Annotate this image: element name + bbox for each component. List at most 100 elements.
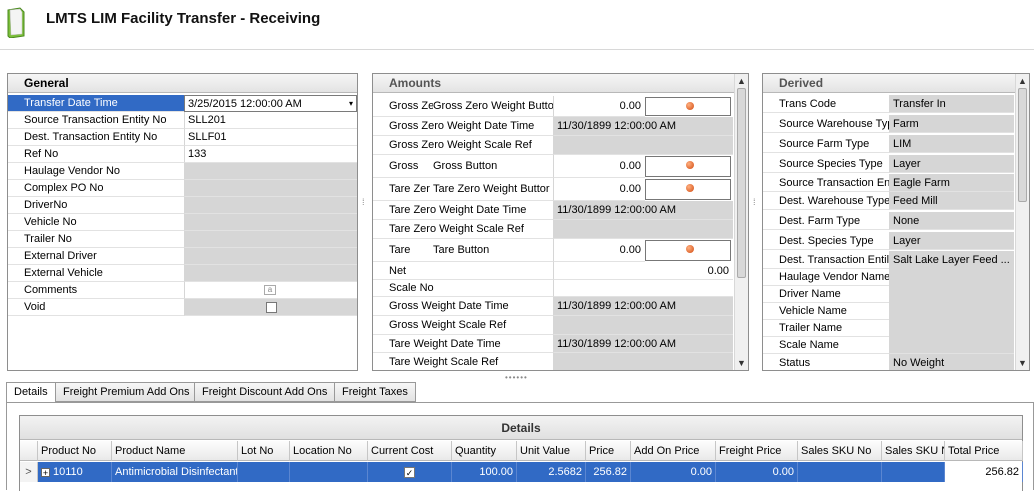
field-value-tare-weight-scale-ref[interactable]: [553, 353, 733, 370]
field-value-gross-weight-scale-ref[interactable]: [553, 316, 733, 335]
expand-row-icon[interactable]: +: [41, 467, 50, 477]
chevron-down-icon[interactable]: ▾: [349, 95, 353, 112]
tab-details[interactable]: Details: [6, 382, 56, 403]
field-value-source-transaction-entity-no[interactable]: SLL201: [184, 112, 357, 129]
grid-cell-sales-sku-no[interactable]: [798, 462, 882, 482]
field-label: Source Warehouse Typ: [763, 115, 889, 133]
grid-cell-sales-sku-n[interactable]: [882, 462, 945, 482]
field-value-tare-button[interactable]: 0.00: [553, 239, 645, 262]
field-value-vehicle-name: [889, 302, 1014, 320]
tab-freight-premium-add-ons[interactable]: Freight Premium Add Ons: [55, 382, 198, 402]
field-value-gross-zero-weight-scale-ref[interactable]: [553, 136, 733, 155]
grid-cell-product-no[interactable]: +10110: [38, 462, 112, 482]
column-header-add-on-price[interactable]: Add On Price: [631, 441, 716, 461]
column-header-freight-price[interactable]: Freight Price: [716, 441, 798, 461]
weigh-button[interactable]: [645, 97, 731, 116]
scroll-down-icon[interactable]: ▼: [737, 358, 746, 368]
field-value-external-vehicle[interactable]: [184, 265, 357, 282]
column-header-location-no[interactable]: Location No: [290, 441, 368, 461]
field-value-tare-zero-weight-scale-ref[interactable]: [553, 220, 733, 239]
column-header-total-price[interactable]: Total Price: [945, 441, 1023, 461]
field-label: Dest. Transaction Entil: [763, 251, 889, 269]
field-value-net[interactable]: 0.00: [553, 262, 733, 280]
current-cost-checkbox[interactable]: ✓: [404, 466, 415, 478]
field-value-dest-transaction-entity-no[interactable]: SLLF01: [184, 129, 357, 146]
weigh-button[interactable]: [645, 156, 731, 177]
derived-row-dest-transaction-entil: Dest. Transaction Entil Salt Lake Layer F…: [763, 251, 1014, 269]
amounts-scrollbar[interactable]: ▲ ▼: [734, 74, 748, 370]
field-value-gross-button[interactable]: 0.00: [553, 155, 645, 178]
grid-cell-total-price[interactable]: 256.82: [945, 462, 1023, 482]
splitter-grip[interactable]: ⁞: [362, 198, 365, 207]
field-label: Source Transaction En: [763, 174, 889, 192]
scroll-down-icon[interactable]: ▼: [1018, 358, 1027, 368]
field-value-tare-zero-weight-date-time[interactable]: 11/30/1899 12:00:00 AM: [553, 201, 733, 220]
field-label: Vehicle Name: [763, 302, 889, 320]
field-value-scale-no[interactable]: [553, 280, 733, 297]
derived-row-source-warehouse-typ: Source Warehouse Typ Farm: [763, 115, 1014, 133]
field-label: Trailer No: [8, 231, 184, 248]
scroll-up-icon[interactable]: ▲: [737, 76, 746, 86]
weigh-button[interactable]: [645, 179, 731, 200]
column-header-sales-sku-no[interactable]: Sales SKU No: [798, 441, 882, 461]
derived-row-trans-code: Trans Code Transfer In: [763, 95, 1014, 113]
tab-freight-discount-add-ons[interactable]: Freight Discount Add Ons: [194, 382, 336, 402]
derived-row-trailer-name: Trailer Name: [763, 319, 1014, 337]
scroll-thumb[interactable]: [737, 88, 746, 278]
field-label: Tare Weight Scale Ref: [373, 353, 553, 370]
field-value-gross-weight-date-time[interactable]: 11/30/1899 12:00:00 AM: [553, 297, 733, 316]
field-value-ref-no[interactable]: 133: [184, 146, 357, 163]
comment-editor-icon[interactable]: a: [264, 285, 276, 295]
field-value-trailer-name: [889, 319, 1014, 337]
grid-cell-unit-value[interactable]: 2.5682: [517, 462, 586, 482]
row-indicator-icon: >: [20, 462, 38, 482]
column-header-quantity[interactable]: Quantity: [452, 441, 517, 461]
amounts-header: Amounts: [373, 74, 748, 93]
grid-cell-freight-price[interactable]: 0.00: [716, 462, 798, 482]
field-value-driverno[interactable]: [184, 197, 357, 214]
horizontal-splitter-grip[interactable]: ••••••: [505, 373, 528, 382]
column-header-price[interactable]: Price: [586, 441, 631, 461]
field-value-vehicle-no[interactable]: [184, 214, 357, 231]
scroll-thumb[interactable]: [1018, 88, 1027, 202]
field-value-gross-zero-weight-butto[interactable]: 0.00: [553, 96, 645, 117]
grid-cell-lot-no[interactable]: [238, 462, 290, 482]
field-label: Haulage Vendor No: [8, 163, 184, 180]
grid-cell-add-on-price[interactable]: 0.00: [631, 462, 716, 482]
field-value-complex-po-no[interactable]: [184, 180, 357, 197]
field-label: Gross Weight Scale Ref: [373, 316, 553, 335]
field-value-tare-weight-date-time[interactable]: 11/30/1899 12:00:00 AM: [553, 335, 733, 353]
field-value-gross-zero-weight-date-time[interactable]: 11/30/1899 12:00:00 AM: [553, 117, 733, 136]
grid-cell-product-name[interactable]: Antimicrobial Disinfectant: [112, 462, 238, 482]
grid-cell-quantity[interactable]: 100.00: [452, 462, 517, 482]
grid-cell-location-no[interactable]: [290, 462, 368, 482]
scroll-up-icon[interactable]: ▲: [1018, 76, 1027, 86]
column-header-sales-sku-n[interactable]: Sales SKU N: [882, 441, 945, 461]
grid-cell-price[interactable]: 256.82: [586, 462, 631, 482]
derived-scrollbar[interactable]: ▲ ▼: [1015, 74, 1029, 370]
column-header-product-no[interactable]: Product No: [38, 441, 112, 461]
field-label: Comments: [8, 282, 184, 299]
column-header-product-name[interactable]: Product Name: [112, 441, 238, 461]
field-value-tare-zero-weight-buttor[interactable]: 0.00: [553, 178, 645, 201]
void-checkbox[interactable]: [266, 302, 277, 313]
field-label: Source Species Type: [763, 155, 889, 173]
field-value-transfer-date-time[interactable]: 3/25/2015 12:00:00 AM: [184, 95, 357, 112]
field-value-external-driver[interactable]: [184, 248, 357, 265]
field-value-haulage-vendor-no[interactable]: [184, 163, 357, 180]
splitter-grip[interactable]: ⁞: [753, 198, 756, 207]
column-header-unit-value[interactable]: Unit Value: [517, 441, 586, 461]
amounts-row-net: Net 0.00: [373, 262, 733, 280]
field-value-scale-name: [889, 336, 1014, 354]
tab-freight-taxes[interactable]: Freight Taxes: [334, 382, 416, 402]
weigh-button[interactable]: [645, 240, 731, 261]
field-value-trailer-no[interactable]: [184, 231, 357, 248]
field-value-source-farm-type: LIM: [889, 135, 1014, 153]
grid-cell-current-cost[interactable]: ✓: [368, 462, 452, 482]
field-label: Trailer Name: [763, 319, 889, 337]
field-label: Gross Weight Date Time: [373, 297, 553, 316]
general-row-comments: Comments a: [8, 282, 357, 299]
column-header-current-cost[interactable]: Current Cost: [368, 441, 452, 461]
amounts-row-gross-zero-weight-scale-ref: Gross Zero Weight Scale Ref: [373, 136, 733, 155]
column-header-lot-no[interactable]: Lot No: [238, 441, 290, 461]
